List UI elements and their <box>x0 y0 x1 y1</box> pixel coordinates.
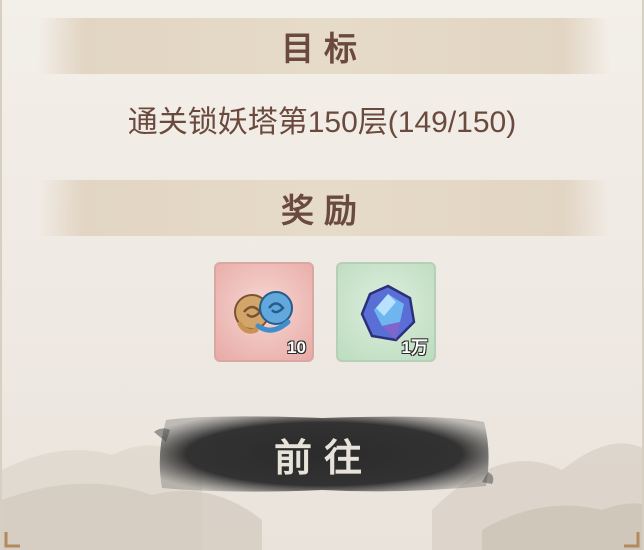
quest-panel: 目标 通关锁妖塔第150层(149/150) 奖励 10 1万 前往 <box>0 0 644 550</box>
reward-banner: 奖励 <box>38 180 610 236</box>
objective-banner: 目标 <box>38 18 610 74</box>
go-button-label: 前往 <box>273 434 374 480</box>
corner-ornament-bottom-right <box>624 532 640 548</box>
reward-list: 10 1万 <box>214 262 440 364</box>
reward-count: 10 <box>287 338 306 357</box>
reward-item-blue-crystal[interactable]: 1万 <box>336 262 436 362</box>
reward-item-cloud-charm[interactable]: 10 <box>214 262 314 362</box>
reward-count: 1万 <box>401 338 428 357</box>
objective-description: 通关锁妖塔第150层(149/150) <box>127 106 517 139</box>
corner-ornament-bottom-left <box>4 532 20 548</box>
reward-title: 奖励 <box>281 191 367 230</box>
go-button[interactable]: 前往 <box>152 412 496 496</box>
objective-title: 目标 <box>281 29 367 68</box>
